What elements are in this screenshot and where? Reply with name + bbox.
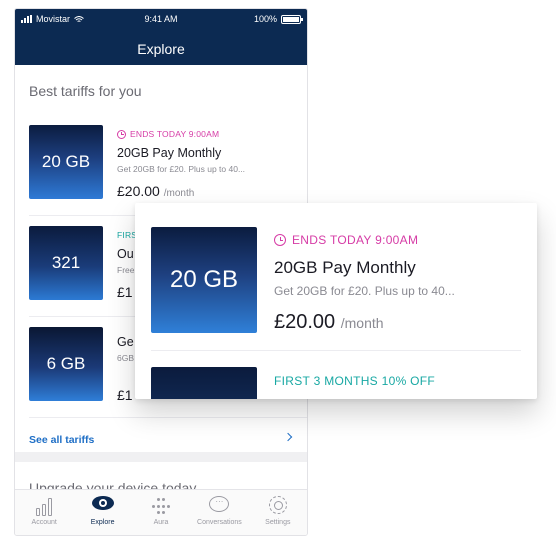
tariff-name: 20GB Pay Monthly (274, 258, 416, 277)
status-bar: Movistar 9:41 AM 100% (15, 9, 307, 27)
battery-icon (281, 14, 303, 24)
tab-explore[interactable]: Explore (73, 490, 131, 535)
tab-aura[interactable]: Aura (132, 490, 190, 535)
price-period: /month (340, 315, 384, 331)
status-right: 100% (253, 14, 303, 24)
zoomed-tariff-callout: 20 GB ENDS TODAY 9:00AM 20GB Pay Monthly… (135, 203, 537, 399)
tab-label: Settings (265, 519, 291, 526)
tariff-price: £20.00 /month (274, 311, 521, 334)
promo-label: ENDS TODAY 9:00AM (274, 233, 521, 247)
tab-settings[interactable]: Settings (249, 490, 307, 535)
page-title: Explore (137, 41, 185, 57)
tariff-price: £20.00 /month (117, 183, 301, 199)
tariff-name: 20GB Pay Monthly (117, 146, 222, 160)
section-title: Best tariffs for you (29, 83, 142, 99)
tab-label: Conversations (197, 519, 242, 526)
battery-percent: 100% (253, 14, 277, 24)
tariff-description: Get 20GB for £20. Plus up to 40... (117, 164, 246, 174)
chevron-right-icon (283, 432, 293, 442)
tariff-description: Get 20GB for £20. Plus up to 40... (274, 284, 455, 298)
zoomed-tariff-card[interactable]: 20 GB ENDS TODAY 9:00AM 20GB Pay Monthly… (151, 203, 521, 351)
price-amount: £20.00 (117, 183, 160, 199)
tariff-tile (151, 367, 257, 399)
bar-chart-icon (33, 496, 55, 516)
screenshot-stage: Movistar 9:41 AM 100% Explore Best tarif… (0, 0, 556, 550)
tab-label: Explore (90, 519, 115, 526)
tariff-tile: 20 GB (29, 125, 103, 199)
tariff-details: ENDS TODAY 9:00AM 20GB Pay Monthly Get 2… (274, 233, 521, 334)
eye-icon (91, 496, 114, 516)
clock-icon (117, 129, 126, 139)
tariff-tile: 20 GB (151, 227, 257, 333)
tab-conversations[interactable]: ··· Conversations (190, 490, 248, 535)
price-amount: £1 (117, 284, 133, 300)
price-amount: £20.00 (274, 311, 336, 333)
promo-text: ENDS TODAY 9:00AM (292, 233, 419, 247)
tab-label: Aura (153, 519, 169, 526)
tariff-details: ENDS TODAY 9:00AM 20GB Pay Monthly Get 2… (117, 129, 301, 199)
promo-text: ENDS TODAY 9:00AM (130, 129, 220, 139)
chat-bubble-icon: ··· (208, 496, 230, 516)
promo-label: ENDS TODAY 9:00AM (117, 129, 301, 139)
app-header: Movistar 9:41 AM 100% Explore (15, 9, 307, 65)
zoomed-next-tariff[interactable]: FIRST 3 MONTHS 10% OFF (151, 352, 521, 399)
tab-account[interactable]: Account (15, 490, 73, 535)
tab-label: Account (31, 519, 57, 526)
tariff-tile: 6 GB (29, 327, 103, 401)
tab-bar: Account Explore Aura ··· Conversations S… (15, 489, 307, 535)
see-all-label: See all tariffs (29, 434, 95, 446)
gear-icon (267, 496, 289, 516)
price-period: /month (163, 188, 195, 199)
promo-text: FIRST 3 MONTHS 10% OFF (274, 374, 436, 388)
clock-icon (274, 234, 286, 246)
see-all-tariffs-link[interactable]: See all tariffs (15, 418, 307, 462)
aura-dots-icon (150, 496, 172, 516)
tariff-card-20gb[interactable]: 20 GB ENDS TODAY 9:00AM 20GB Pay Monthly… (29, 115, 307, 216)
tariff-tile: 321 (29, 226, 103, 300)
price-amount: £1 (117, 387, 133, 403)
